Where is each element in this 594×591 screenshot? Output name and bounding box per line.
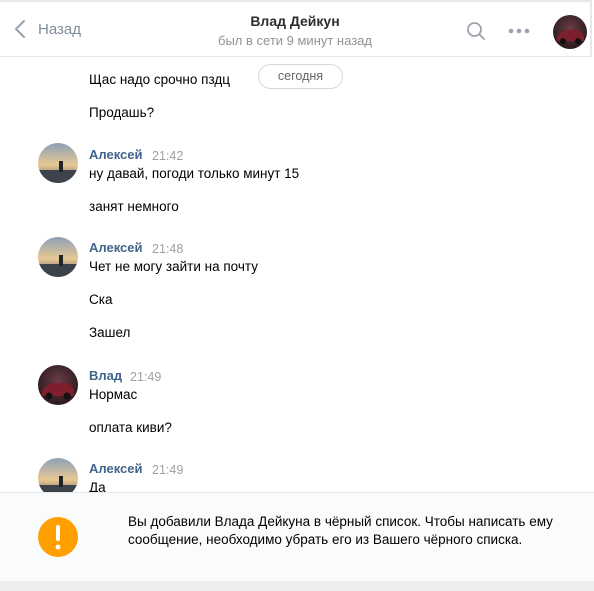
- date-divider: сегодня: [258, 64, 343, 89]
- search-icon[interactable]: [466, 21, 486, 41]
- blacklist-notice-text: Вы добавили Влада Дейкуна в чёрный списо…: [128, 514, 553, 547]
- avatar[interactable]: [38, 237, 78, 277]
- sunset-photo-icon: [38, 143, 78, 183]
- message-author[interactable]: Алексей: [89, 240, 143, 256]
- message-text: Чет не могу зайти на почту: [89, 259, 258, 274]
- message-author[interactable]: Алексей: [89, 461, 143, 477]
- car-photo-icon: [38, 365, 78, 405]
- chat-header: Назад Влад Дейкун был в сети 9 минут наз…: [0, 0, 592, 57]
- message-text: ну давай, погоди только минут 15: [89, 166, 300, 181]
- warning-icon: [38, 517, 78, 557]
- sunset-photo-icon: [38, 458, 78, 492]
- message-time: 21:49: [152, 463, 184, 477]
- avatar[interactable]: [38, 458, 78, 492]
- message-text: Нормас: [89, 387, 138, 402]
- message-text: Да: [89, 480, 106, 492]
- sunset-photo-icon: [38, 237, 78, 277]
- message-author[interactable]: Алексей: [89, 147, 143, 163]
- more-icon[interactable]: [508, 28, 530, 34]
- message-author[interactable]: Влад: [89, 368, 122, 384]
- message-time: 21:42: [152, 149, 184, 163]
- chat-window: Назад Влад Дейкун был в сети 9 минут наз…: [0, 0, 594, 591]
- message-text: занят немного: [89, 199, 179, 214]
- message-text: оплата киви?: [89, 420, 172, 435]
- bottom-divider: [0, 581, 594, 591]
- message-history[interactable]: Щас надо срочно пздц сегодня Продашь? Ал…: [0, 57, 594, 492]
- message-text: Ска: [89, 292, 113, 307]
- message-time: 21:49: [130, 370, 162, 384]
- avatar[interactable]: [38, 143, 78, 183]
- message-text: Зашел: [89, 325, 131, 340]
- conversation-title-block: Влад Дейкун был в сети 9 минут назад: [0, 12, 590, 50]
- message-text: Продашь?: [89, 105, 155, 120]
- car-photo-icon: [553, 15, 587, 49]
- conversation-title[interactable]: Влад Дейкун: [0, 12, 590, 30]
- blacklist-notice: Вы добавили Влада Дейкуна в чёрный списо…: [0, 492, 594, 581]
- online-status: был в сети 9 минут назад: [218, 33, 372, 48]
- message-time: 21:48: [152, 242, 184, 256]
- avatar[interactable]: [38, 365, 78, 405]
- avatar[interactable]: [553, 15, 587, 49]
- message-text: Щас надо срочно пздц: [89, 72, 230, 87]
